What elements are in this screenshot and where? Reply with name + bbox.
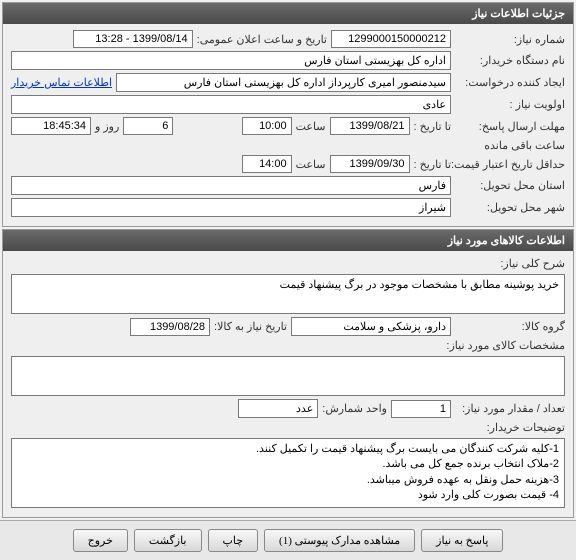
city-label: شهر محل تحویل: — [455, 201, 565, 214]
buyer-org-label: نام دستگاه خریدار: — [455, 54, 565, 67]
print-button[interactable]: چاپ — [208, 529, 259, 552]
days-remaining-field: 6 — [123, 117, 173, 135]
remain-label: ساعت باقی مانده — [484, 139, 565, 152]
announce-label: تاریخ و ساعت اعلان عمومی: — [197, 33, 327, 46]
group-field: دارو، پزشکی و سلامت — [291, 317, 451, 336]
announce-field: 1399/08/14 - 13:28 — [73, 30, 193, 48]
buyer-org-field: اداره کل بهزیستی استان فارس — [11, 51, 451, 70]
notes-label: توضیحات خریدار: — [455, 421, 565, 434]
goods-info-panel: اطلاعات کالاهای مورد نیاز شرح کلی نیاز: … — [2, 229, 574, 518]
until-label-2: تا تاریخ : — [414, 158, 451, 171]
qty-label: تعداد / مقدار مورد نیاز: — [455, 402, 565, 415]
back-button[interactable]: بازگشت — [134, 529, 202, 552]
deadline-label: مهلت ارسال پاسخ: — [455, 120, 565, 133]
group-label: گروه کالا: — [455, 320, 565, 333]
reply-button[interactable]: پاسخ به نیاز — [421, 529, 503, 552]
spec-label: مشخصات کالای مورد نیاز: — [455, 339, 565, 352]
province-label: استان محل تحویل: — [455, 179, 565, 192]
until-label: تا تاریخ : — [414, 120, 451, 133]
province-field: فارس — [11, 176, 451, 195]
time-label-1: ساعت — [296, 120, 326, 133]
desc-label: شرح کلی نیاز: — [455, 257, 565, 270]
time-label-2: ساعت — [296, 158, 326, 171]
min-validity-time-field: 14:00 — [242, 155, 292, 173]
qty-field: 1 — [391, 400, 451, 418]
priority-label: اولویت نیاز : — [455, 98, 565, 111]
panel2-header: اطلاعات کالاهای مورد نیاز — [3, 230, 573, 251]
min-validity-label: حداقل تاریخ اعتبار قیمت: — [455, 158, 565, 171]
min-validity-date-field: 1399/09/30 — [330, 155, 410, 173]
requester-field: سیدمنصور امیری کارپرداز اداره کل بهزیستی… — [116, 73, 451, 92]
deadline-date-field: 1399/08/21 — [330, 117, 410, 135]
need-no-field: 1299000150000212 — [331, 30, 451, 48]
need-details-panel: جزئیات اطلاعات نیاز شماره نیاز: 12990001… — [2, 2, 574, 227]
unit-field: عدد — [238, 399, 318, 418]
panel1-header: جزئیات اطلاعات نیاز — [3, 3, 573, 24]
priority-field: عادی — [11, 95, 451, 114]
city-field: شیراز — [11, 198, 451, 217]
need-by-field: 1399/08/28 — [130, 318, 210, 336]
days-label: روز و — [95, 120, 119, 133]
exit-button[interactable]: خروج — [73, 529, 128, 552]
unit-label: واحد شمارش: — [322, 402, 387, 415]
notes-field: 1-کلیه شرکت کنندگان می بایست برگ پیشنهاد… — [11, 438, 565, 508]
requester-label: ایجاد کننده درخواست: — [455, 76, 565, 89]
need-by-label: تاریخ نیاز به کالا: — [214, 320, 287, 333]
deadline-time-field: 10:00 — [242, 117, 292, 135]
spec-field — [11, 356, 565, 396]
attachments-button[interactable]: مشاهده مدارک پیوستی (1) — [264, 529, 415, 552]
contact-buyer-link[interactable]: اطلاعات تماس خریدار — [11, 76, 112, 89]
time-remaining-field: 18:45:34 — [11, 117, 91, 135]
desc-field: خرید پوشینه مطابق با مشخصات موجود در برگ… — [11, 274, 565, 314]
button-bar: پاسخ به نیاز مشاهده مدارک پیوستی (1) چاپ… — [0, 520, 576, 560]
need-no-label: شماره نیاز: — [455, 33, 565, 46]
